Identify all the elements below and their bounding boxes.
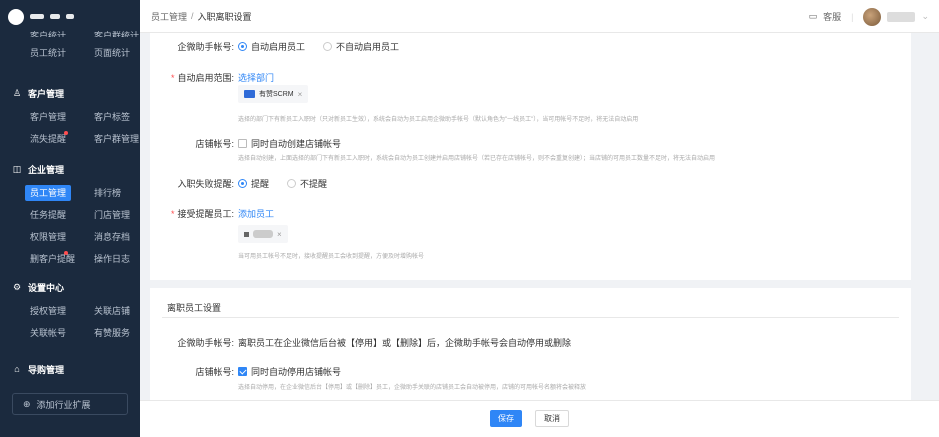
logo-icon xyxy=(8,8,24,25)
cancel-button[interactable]: 取消 xyxy=(535,410,569,427)
chat-icon[interactable]: ▭ xyxy=(809,11,818,22)
gear-icon: ⚙ xyxy=(12,281,22,292)
save-button[interactable]: 保存 xyxy=(490,410,522,427)
breadcrumb-current: 入职离职设置 xyxy=(197,11,252,22)
sidebar-item-message-archive[interactable]: 消息存档 xyxy=(94,230,140,243)
onboard-settings-card: 企微助手帐号: 自动启用员工 不自动启用员工 自动启用范围: 选择部门 有赞SC… xyxy=(150,33,911,280)
user-name-blurred[interactable] xyxy=(887,11,916,22)
sidebar-item-ranking[interactable]: 排行榜 xyxy=(94,186,140,199)
employee-name-blurred xyxy=(253,230,273,238)
sidebar-item-customer-manage[interactable]: 客户管理 xyxy=(30,110,76,123)
sidebar-item-operation-log[interactable]: 操作日志 xyxy=(94,252,140,265)
tag-close-icon[interactable]: × xyxy=(298,90,303,99)
sidebar-item-linked-store[interactable]: 关联店铺 xyxy=(94,304,140,317)
top-header: 员工管理 / 入职离职设置 ▭ 客服 | ⌄ xyxy=(140,0,939,33)
sidebar-item-employee-manage[interactable]: 员工管理 xyxy=(25,184,76,201)
sidebar-item-store-manage[interactable]: 门店管理 xyxy=(94,208,140,221)
divider xyxy=(162,317,899,318)
section-title: 离职员工设置 xyxy=(167,303,222,313)
store-account-label: 店铺帐号: xyxy=(195,139,234,149)
add-extension-button[interactable]: ⊕ 添加行业扩展 xyxy=(12,393,128,415)
offboard-store-label: 店铺帐号: xyxy=(195,367,234,377)
radio-alert-off[interactable]: 不提醒 xyxy=(287,177,327,190)
sidebar-section-guide[interactable]: ⌂ 导购管理 xyxy=(0,357,140,381)
scope-label: 自动启用范围: xyxy=(171,71,234,84)
sidebar-item-group-stats[interactable]: 客户群统计 xyxy=(94,29,140,37)
select-department-link[interactable]: 选择部门 xyxy=(238,71,274,84)
radio-alert-on[interactable]: 提醒 xyxy=(238,177,269,190)
sidebar-item-delete-alert[interactable]: 删客户提醒 xyxy=(30,250,76,265)
breadcrumb-separator: / xyxy=(191,11,194,21)
receiver-hint: 当可用员工帐号不足时，接收提醒员工会收到提醒，方便及时增购帐号 xyxy=(238,254,425,260)
offboard-store-hint: 选择自动停用，在企业微信后台【停用】或【删除】员工，企微助手关联的店铺员工会自动… xyxy=(238,385,587,391)
offboard-settings-card: 离职员工设置 企微助手帐号: 离职员工在企业微信后台被【停用】或【删除】后，企微… xyxy=(150,288,911,400)
auto-create-store-checkbox[interactable]: 同时自动创建店铺帐号 xyxy=(238,137,341,150)
sidebar-section-settings[interactable]: ⚙ 设置中心 xyxy=(0,275,140,299)
sidebar-item-employee-stats[interactable]: 员工统计 xyxy=(30,46,76,59)
chevron-down-icon[interactable]: ⌄ xyxy=(921,11,929,22)
sidebar-item-linked-account[interactable]: 关联帐号 xyxy=(30,326,76,339)
auto-disable-store-checkbox[interactable]: 同时自动停用店铺帐号 xyxy=(238,365,341,378)
sidebar-section-customer[interactable]: ♙ 客户管理 xyxy=(0,81,140,105)
receiver-label: 接受提醒员工: xyxy=(171,207,234,220)
sidebar-item-auth[interactable]: 授权管理 xyxy=(30,304,76,317)
sidebar-item-churn-alert[interactable]: 流失提醒 xyxy=(30,130,76,145)
radio-auto-enable[interactable]: 自动启用员工 xyxy=(238,40,305,53)
department-tag: 有赞SCRM × xyxy=(238,85,309,103)
sidebar-item-task-alert[interactable]: 任务提醒 xyxy=(30,208,76,221)
avatar[interactable] xyxy=(863,7,882,26)
service-link[interactable]: 客服 xyxy=(823,10,841,23)
wecom-account-label: 企微助手帐号: xyxy=(177,42,234,52)
header-divider: | xyxy=(851,11,854,22)
offboard-wecom-text: 离职员工在企业微信后台被【停用】或【删除】后，企微助手帐号会自动停用或删除 xyxy=(238,338,572,348)
add-employee-link[interactable]: 添加员工 xyxy=(238,207,274,220)
sidebar-item-customer-stats[interactable]: 客户统计 xyxy=(30,29,76,37)
sidebar: 客户统计 客户群统计 员工统计 页面统计 ♙ 客户管理 客户管理 客户标签 流失… xyxy=(0,0,140,437)
sidebar-item-customer-tags[interactable]: 客户标签 xyxy=(94,110,140,123)
tag-close-icon[interactable]: × xyxy=(277,230,282,239)
sidebar-item-group-manage[interactable]: 客户群管理 xyxy=(94,132,140,145)
sidebar-item-youzan-service[interactable]: 有赞服务 xyxy=(94,326,140,339)
building-icon: ◫ xyxy=(12,163,22,174)
offboard-wecom-label: 企微助手帐号: xyxy=(177,338,234,348)
radio-no-auto-enable[interactable]: 不自动启用员工 xyxy=(323,40,399,53)
bag-icon: ⌂ xyxy=(14,364,20,374)
sidebar-section-enterprise[interactable]: ◫ 企业管理 xyxy=(0,157,140,181)
store-hint: 选择自动创建，上面选择的部门下有新员工入职时，系统会自动为员工创建并启用店铺帐号… xyxy=(238,156,716,162)
employee-tag: × xyxy=(238,225,288,243)
scrollbar[interactable] xyxy=(914,33,918,400)
employee-icon xyxy=(244,231,249,237)
plus-circle-icon: ⊕ xyxy=(23,398,31,409)
sidebar-item-permission[interactable]: 权限管理 xyxy=(30,230,76,243)
scope-hint: 选择的部门下有新员工入职时（只对新员工生效），系统会自动为员工启用企微助手帐号（… xyxy=(238,117,639,123)
user-icon: ♙ xyxy=(12,87,22,98)
folder-icon xyxy=(244,90,255,98)
breadcrumb-root[interactable]: 员工管理 xyxy=(151,10,187,23)
fail-alert-label: 入职失败提醒: xyxy=(177,179,234,189)
footer-actions: 保存 取消 xyxy=(140,400,939,437)
sidebar-item-page-stats[interactable]: 页面统计 xyxy=(94,46,140,59)
